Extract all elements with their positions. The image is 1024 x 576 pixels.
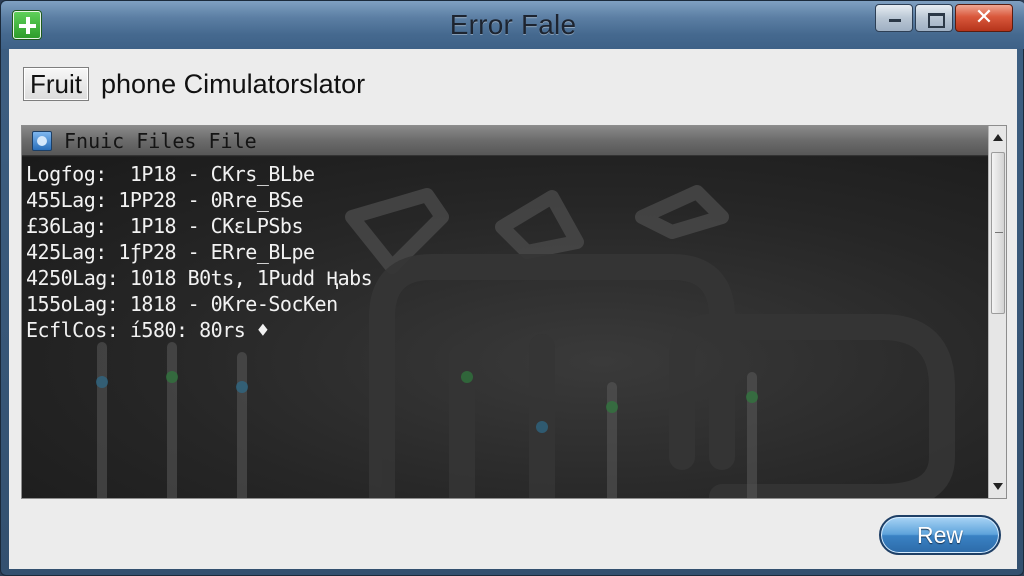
panel-header: Fnuic Files File xyxy=(22,126,988,156)
scroll-down-icon[interactable] xyxy=(989,476,1007,496)
log-line: EcflCos: í580: 80rs ♦ xyxy=(26,318,269,342)
log-output[interactable]: Logfog: 1P18 - CKrs_BLbe 455Lag: 1PP28 -… xyxy=(22,157,988,498)
log-line: 425Lag: 1ƒP28 - ERre_BLpe xyxy=(26,240,315,264)
panel-title: Fnuic Files File xyxy=(64,129,257,153)
minimize-icon xyxy=(876,5,912,31)
image-icon xyxy=(32,131,52,151)
log-line: Logfog: 1P18 - CKrs_BLbe xyxy=(26,162,315,186)
scroll-thumb[interactable] xyxy=(991,152,1005,314)
maximize-button[interactable] xyxy=(915,4,953,32)
scroll-up-icon[interactable] xyxy=(989,128,1007,148)
minimize-button[interactable] xyxy=(875,4,913,32)
app-window: Error Fale ✕ Fruit phone Cimulatorslator… xyxy=(0,0,1024,576)
client-area: Fruit phone Cimulatorslator Fnuic Files … xyxy=(9,49,1017,569)
log-line: £36Lag: 1P18 - CKɛLPSbs xyxy=(26,214,303,238)
log-line: 455Lag: 1PP28 - 0Rre_BSe xyxy=(26,188,303,212)
log-panel: Fnuic Files File Logfog: 1P18 - CKrs_BLb… xyxy=(21,125,1007,499)
log-line: 155oLag: 1818 - 0Kre-SocKen xyxy=(26,292,338,316)
window-title: Error Fale xyxy=(449,9,577,40)
vertical-scrollbar[interactable] xyxy=(988,126,1006,498)
close-button[interactable]: ✕ xyxy=(955,4,1013,32)
app-label: phone Cimulatorslator xyxy=(101,69,366,99)
grip-icon xyxy=(995,232,1003,233)
window-controls: ✕ xyxy=(875,4,1013,32)
toolbar: Fruit phone Cimulatorslator xyxy=(9,49,1017,119)
fruit-button[interactable]: Fruit xyxy=(23,67,89,101)
log-line: 4250Lag: 1018 B0ts, 1Pudd Ⱨabs xyxy=(26,266,373,290)
title-bar[interactable]: Error Fale ✕ xyxy=(1,1,1024,49)
maximize-icon xyxy=(916,5,952,31)
close-icon: ✕ xyxy=(974,5,994,30)
log-lines: Logfog: 1P18 - CKrs_BLbe 455Lag: 1PP28 -… xyxy=(26,161,373,343)
rew-button[interactable]: Rew xyxy=(879,515,1001,555)
